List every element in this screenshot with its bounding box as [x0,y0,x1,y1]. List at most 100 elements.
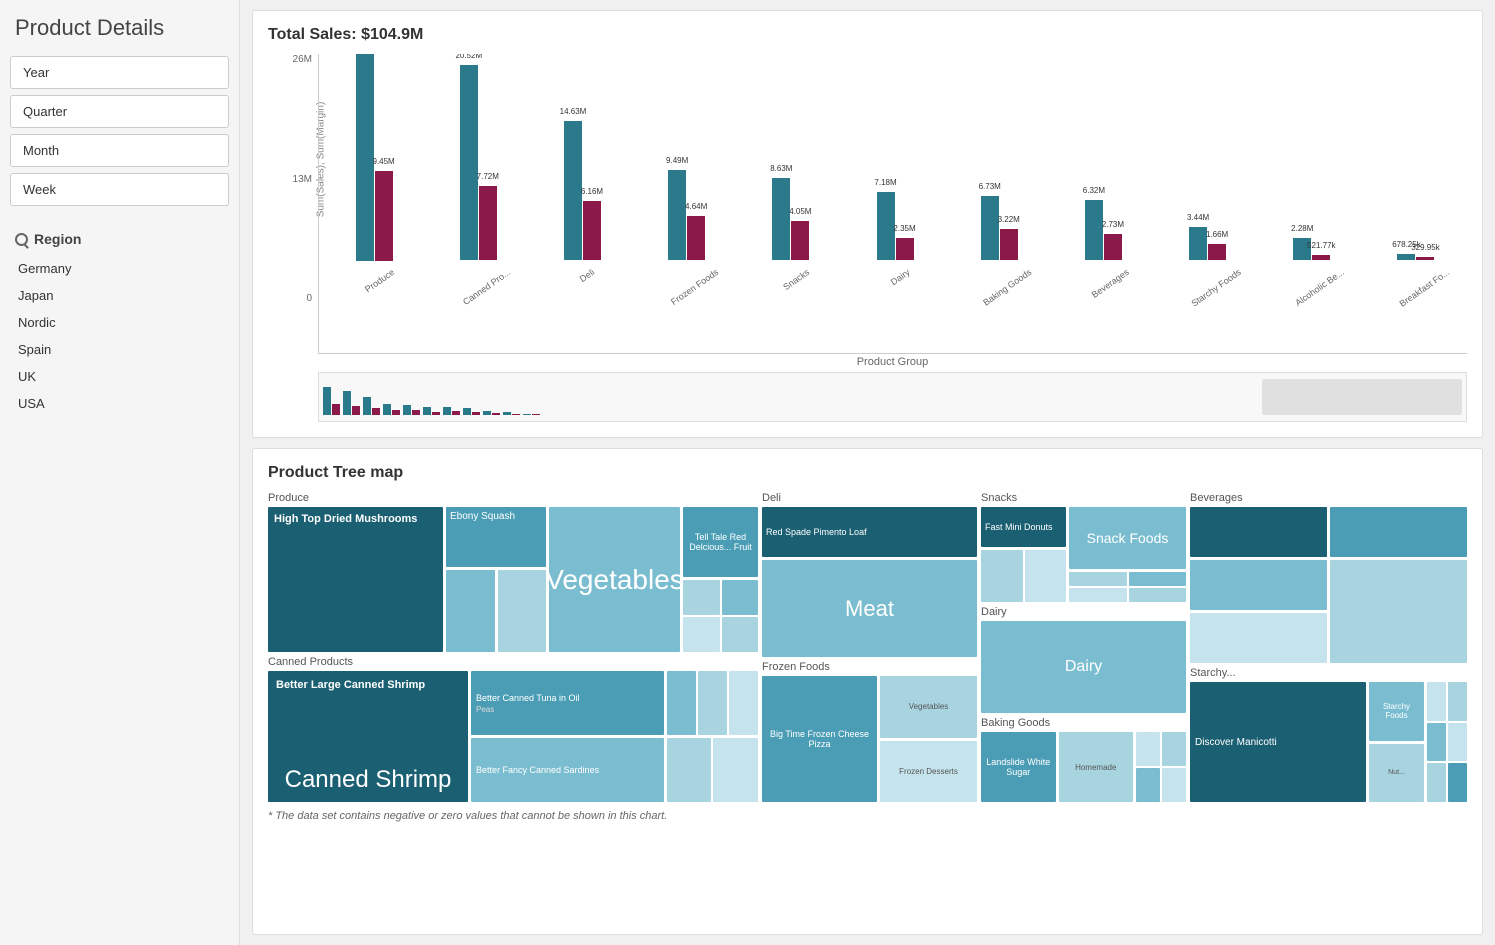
tm-cell-meat[interactable]: Meat [762,560,977,657]
tm-cell-discover[interactable]: Discover Manicotti [1190,682,1366,802]
tm-starchy-sf[interactable]: Starchy Foods [1369,682,1424,741]
x-label-starchy: Starchy Foods [1189,267,1257,330]
quarter-button[interactable]: Quarter [10,95,229,128]
tm-cell-tuna[interactable]: Better Canned Tuna in Oil Peas [471,671,664,735]
tm-snacks-inner: Fast Mini Donuts Snack Foods [981,507,1186,602]
tm-canned-shrimp-label: Canned Shrimp [285,766,452,794]
bars-area: 24.16M 9.45M Produce [318,54,1467,354]
tm-tiny4[interactable] [722,617,759,652]
tm-sn2[interactable] [1025,550,1067,602]
tm-cell-ebony[interactable]: Ebony Squash [446,507,546,567]
region-item-uk[interactable]: UK [10,363,229,390]
tm-stl4[interactable] [1448,723,1467,762]
tm-tiny2[interactable] [722,580,759,615]
tm-bev1[interactable] [1190,507,1327,557]
bar-canned-sales [460,65,478,260]
tm-stl2[interactable] [1448,682,1467,721]
tm-cs5[interactable] [713,738,758,802]
tm-cell-red-spade[interactable]: Red Spade Pimento Loaf [762,507,977,557]
region-item-spain[interactable]: Spain [10,336,229,363]
tm-cell-landslide[interactable]: Landslide White Sugar [981,732,1056,802]
tm-cell-fast-mini[interactable]: Fast Mini Donuts [981,507,1066,547]
tm-snacks-right: Snack Foods [1069,507,1186,602]
bar-label-snacks-margin: 4.05M [789,207,811,216]
bar-bev-margin [1104,234,1122,260]
region-item-japan[interactable]: Japan [10,282,229,309]
tm-cell-sm2[interactable] [498,570,547,652]
tm-bev2[interactable] [1330,507,1467,557]
tm-high-top-label: High Top Dried Mushrooms [274,513,417,525]
mini-chart[interactable] [318,372,1467,422]
tm-st2[interactable] [1129,572,1187,586]
tm-cell-vegetables[interactable]: Vegetables [549,507,680,652]
year-button[interactable]: Year [10,56,229,89]
tm-cs4[interactable] [667,738,712,802]
tm-cs2[interactable] [698,671,727,735]
tm-st4[interactable] [1129,588,1187,602]
mini-bar-produce [323,379,340,415]
region-item-germany[interactable]: Germany [10,255,229,282]
tm-bg2[interactable] [1162,732,1186,766]
tm-bg4[interactable] [1162,768,1186,802]
tm-cell-tell-tale[interactable]: Tell Tale Red Delcious... Fruit [683,507,758,577]
tm-cell-better-large[interactable]: Better Large Canned Shrimp Canned Shrimp [268,671,468,802]
bar-label-breakfast-margin: 329.95k [1411,243,1439,252]
tm-bg3[interactable] [1136,768,1160,802]
tm-vegetables-label: Vegetables [549,564,680,596]
tm-st1[interactable] [1069,572,1127,586]
main-content: Total Sales: $104.9M 26M 13M 0 Sum(Sales… [240,0,1495,945]
tm-better-large-label: Better Large Canned Shrimp [276,679,425,691]
tm-cell-dairy[interactable]: Dairy [981,621,1186,713]
tm-cell-high-top[interactable]: High Top Dried Mushrooms [268,507,443,652]
tm-tiny1[interactable] [683,580,720,615]
tm-cs1[interactable] [667,671,696,735]
tm-cell-sardines[interactable]: Better Fancy Canned Sardines [471,738,664,802]
tm-bev3[interactable] [1190,560,1327,610]
mini-bar-bev [463,379,480,415]
tm-frozen-veg-label: Vegetables [909,702,949,711]
tm-sn1[interactable] [981,550,1023,602]
tm-canned-small2 [667,738,758,802]
tm-snacks-label: Snacks [981,492,1186,504]
tm-canned-label: Canned Products [268,656,758,668]
tm-cell-big-time[interactable]: Big Time Frozen Cheese Pizza [762,676,877,802]
tm-bg1[interactable] [1136,732,1160,766]
quarter-filter: Quarter [10,95,229,128]
tm-bev5[interactable] [1190,613,1327,663]
treemap-grid: Produce High Top Dried Mushrooms Ebony S… [268,492,1467,802]
tm-frozen-inner: Big Time Frozen Cheese Pizza Vegetables … [762,676,977,802]
month-button[interactable]: Month [10,134,229,167]
tm-cs3[interactable] [729,671,758,735]
tm-snacks-left: Fast Mini Donuts [981,507,1066,602]
tm-cell-homemade[interactable]: Homemade [1059,732,1134,802]
tm-dairy-inner-label: Dairy [1065,658,1102,676]
tm-bev-starchy-col: Beverages Starchy... [1190,492,1467,802]
tm-bev4[interactable] [1330,560,1467,663]
bar-label-alc-sales: 2.28M [1291,224,1313,233]
treemap-footnote: * The data set contains negative or zero… [268,810,1467,822]
bar-baking-sales [981,196,999,260]
bar-group-beverages: 6.32M 2.73M Beverages [1052,200,1154,303]
bar-group-produce: 24.16M 9.45M Produce [323,54,425,303]
tm-tiny3[interactable] [683,617,720,652]
tm-frozen-desserts[interactable]: Frozen Desserts [880,741,977,803]
mini-chart-scrollregion[interactable] [1262,379,1462,415]
bar-group-starchy: 3.44M 1.66M Starchy Foods [1157,227,1259,303]
tm-stl1[interactable] [1427,682,1446,721]
tm-stl3[interactable] [1427,723,1446,762]
tm-cell-snack-foods[interactable]: Snack Foods [1069,507,1186,569]
bar-frozen-margin [687,216,705,260]
region-item-usa[interactable]: USA [10,390,229,417]
tm-frozen-veg[interactable]: Vegetables [880,676,977,738]
tm-st3[interactable] [1069,588,1127,602]
tm-starchy-sm1[interactable]: Nut... [1369,744,1424,803]
tm-stl5[interactable] [1427,763,1446,802]
region-item-nordic[interactable]: Nordic [10,309,229,336]
week-button[interactable]: Week [10,173,229,206]
tm-cell-sm1[interactable] [446,570,495,652]
x-label-frozen: Frozen Foods [669,267,735,328]
tm-stl6[interactable] [1448,763,1467,802]
bar-group-canned: 20.52M 7.72M Canned Pro... [427,65,529,303]
bar-label-starchy-margin: 1.66M [1206,230,1228,239]
tm-starchy-section: Starchy... Discover Manicotti Starchy Fo… [1190,667,1467,802]
